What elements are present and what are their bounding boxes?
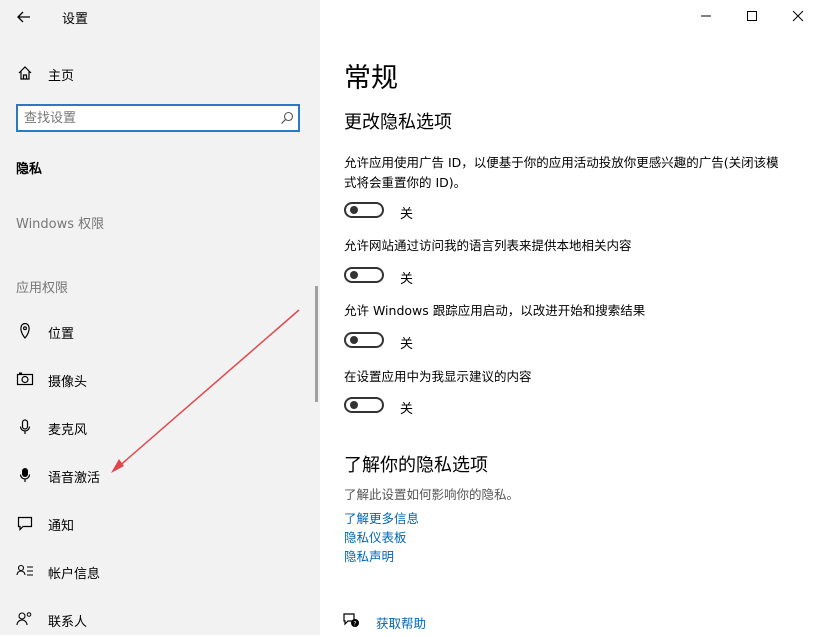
voice-activation-icon: [16, 466, 34, 484]
sidebar-item-windows-permissions[interactable]: Windows 权限: [16, 213, 104, 232]
minimize-icon: [701, 15, 711, 17]
sidebar-item-contacts[interactable]: 联系人: [0, 601, 320, 637]
app-launch-tracking-toggle[interactable]: [344, 332, 384, 348]
privacy-statement-link[interactable]: 隐私声明: [344, 546, 394, 565]
maximize-button[interactable]: [729, 0, 775, 32]
privacy-dashboard-link[interactable]: 隐私仪表板: [344, 527, 407, 546]
toggle-state-label: 关: [400, 207, 414, 222]
sidebar-item-label: 麦克风: [48, 423, 88, 438]
maximize-icon: [747, 11, 757, 21]
learn-section-title: 了解你的隐私选项: [344, 455, 488, 476]
back-arrow-icon: [17, 11, 30, 23]
close-button[interactable]: [775, 0, 821, 32]
sidebar-item-label: 通知: [48, 519, 75, 534]
setting-description: 在设置应用中为我显示建议的内容: [344, 369, 532, 384]
search-box[interactable]: [16, 104, 300, 132]
sidebar-item-label: 联系人: [48, 615, 88, 630]
category-label: 隐私: [16, 162, 43, 177]
setting-description: 允许应用使用广告 ID，以便基于你的应用活动投放你更感兴趣的广告(关闭该模式将会…: [344, 155, 779, 190]
sidebar-item-notifications[interactable]: 通知: [0, 505, 320, 541]
toggle-knob: [350, 401, 358, 409]
search-input[interactable]: [24, 109, 274, 127]
sidebar-item-microphone[interactable]: 麦克风: [0, 409, 320, 445]
close-icon: [792, 10, 804, 22]
toggle-knob: [350, 206, 358, 214]
main-content: 常规 更改隐私选项 允许应用使用广告 ID，以便基于你的应用活动投放你更感兴趣的…: [320, 0, 821, 635]
home-icon: [16, 64, 34, 82]
sidebar-scrollbar[interactable]: [315, 286, 318, 402]
contacts-icon: [16, 610, 34, 628]
suggested-content-toggle[interactable]: [344, 397, 384, 413]
sidebar-item-account-info[interactable]: 帐户信息: [0, 553, 320, 589]
sidebar-item-label: 帐户信息: [48, 567, 101, 582]
language-list-toggle[interactable]: [344, 267, 384, 283]
help-chat-icon: ?: [343, 613, 359, 628]
sidebar-item-label: 摄像头: [48, 375, 88, 390]
toggle-knob: [350, 336, 358, 344]
sidebar-item-voice-activation[interactable]: 语音激活: [0, 457, 320, 493]
get-help-link[interactable]: 获取帮助: [376, 613, 426, 632]
svg-text:?: ?: [353, 621, 356, 628]
account-info-icon: [16, 562, 34, 580]
back-button[interactable]: [10, 4, 38, 30]
learn-more-link[interactable]: 了解更多信息: [344, 508, 419, 527]
app-permissions-heading: 应用权限: [16, 281, 69, 296]
sidebar-item-label: 位置: [48, 327, 75, 342]
notification-icon: [16, 514, 34, 532]
setting-description: 允许 Windows 跟踪应用启动，以改进开始和搜索结果: [344, 303, 646, 318]
microphone-icon: [16, 418, 34, 436]
minimize-button[interactable]: [683, 0, 729, 32]
sidebar-item-camera[interactable]: 摄像头: [0, 361, 320, 397]
sidebar: 设置 主页 隐私 Windows 权限 应用权限 位置 摄像头 麦克风: [0, 0, 320, 635]
learn-description: 了解此设置如何影响你的隐私。: [344, 487, 520, 502]
sidebar-item-location[interactable]: 位置: [0, 313, 320, 349]
location-icon: [16, 322, 34, 340]
advertising-id-toggle[interactable]: [344, 202, 384, 218]
toggle-state-label: 关: [400, 272, 414, 287]
toggle-state-label: 关: [400, 402, 414, 417]
toggle-knob: [350, 271, 358, 279]
search-icon: [281, 111, 294, 124]
camera-icon: [16, 370, 34, 388]
app-title: 设置: [62, 12, 89, 27]
toggle-state-label: 关: [400, 337, 414, 352]
setting-description: 允许网站通过访问我的语言列表来提供本地相关内容: [344, 238, 632, 253]
section-title: 更改隐私选项: [344, 112, 452, 133]
sidebar-item-home[interactable]: 主页: [0, 55, 320, 91]
sidebar-item-label: 语音激活: [48, 471, 101, 486]
page-title: 常规: [344, 63, 398, 94]
sidebar-item-label: 主页: [48, 69, 75, 84]
